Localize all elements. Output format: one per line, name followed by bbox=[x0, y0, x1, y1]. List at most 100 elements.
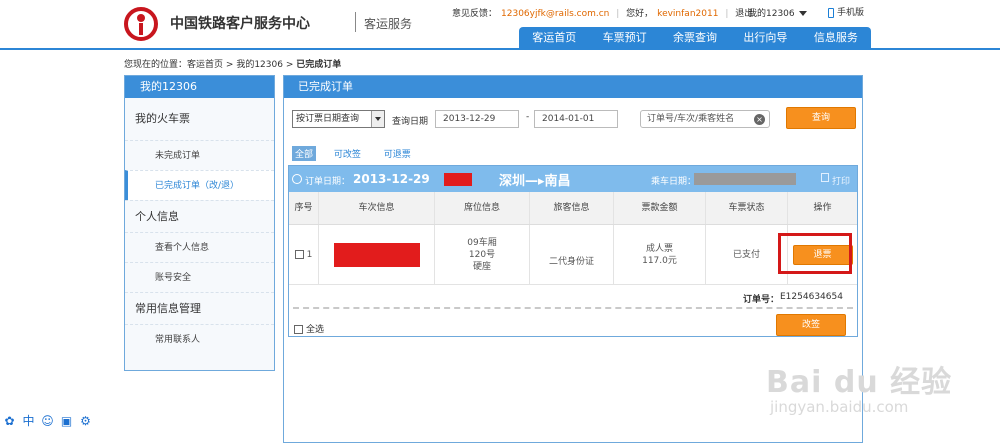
status-cell: 已支付 bbox=[706, 225, 788, 284]
chinese-input-icon[interactable]: 中 bbox=[21, 414, 36, 429]
breadcrumb-current: 已完成订单 bbox=[296, 60, 342, 70]
order-date-label: 订单日期： bbox=[305, 177, 351, 187]
clear-icon[interactable]: × bbox=[754, 114, 765, 125]
main-nav: 客运首页 车票预订 余票查询 出行向导 信息服务 bbox=[519, 27, 871, 49]
order-date: 2013-12-29 bbox=[353, 172, 430, 186]
feedback-email-link[interactable]: 12306yjfk@rails.com.cn bbox=[501, 9, 609, 19]
breadcrumb-my12306[interactable]: 我的12306 bbox=[236, 60, 283, 70]
header: 中国铁路客户服务中心 客运服务 意见反馈： 12306yjfk@rails.com… bbox=[0, 0, 1000, 50]
header-divider bbox=[0, 48, 1000, 50]
col-fare: 票款金额 bbox=[614, 192, 706, 224]
highlight-box bbox=[778, 233, 852, 274]
order-search-input[interactable]: 订单号/车次/乘客姓名 × bbox=[640, 110, 770, 128]
seat-type: 硬座 bbox=[472, 261, 491, 272]
sidebar-item-view-info[interactable]: 查看个人信息 bbox=[125, 232, 274, 262]
breadcrumb-sep: > bbox=[285, 60, 294, 70]
nav-remaining-tickets[interactable]: 余票查询 bbox=[660, 27, 730, 49]
gear-icon[interactable]: ⚙ bbox=[78, 414, 93, 429]
ticket-type: 成人票 bbox=[645, 243, 673, 254]
order-card: 订单日期： 2013-12-29 深圳—▸南昌 乘车日期： 打印 序号 车次信息… bbox=[288, 165, 858, 337]
breadcrumb-prefix: 您现在的位置： bbox=[124, 60, 188, 70]
sidebar-item-contacts[interactable]: 常用联系人 bbox=[125, 324, 274, 354]
row-select[interactable]: 1 bbox=[289, 225, 319, 284]
breadcrumb-sep: > bbox=[225, 60, 234, 70]
change-ticket-button[interactable]: 改签 bbox=[776, 314, 846, 336]
sidebar-item-uncompleted-orders[interactable]: 未完成订单 bbox=[125, 140, 274, 170]
date-to-input[interactable]: 2014-01-01 bbox=[534, 110, 618, 128]
nav-travel-guide[interactable]: 出行向导 bbox=[730, 27, 800, 49]
bottom-toolbar: ✿ 中 ☺ ▣ ⚙ bbox=[2, 412, 96, 431]
paw-icon[interactable]: ✿ bbox=[2, 414, 17, 429]
date-separator: - bbox=[526, 112, 530, 122]
seat-number: 120号 bbox=[468, 249, 496, 260]
col-passenger-info: 旅客信息 bbox=[530, 192, 614, 224]
select-all-label: 全选 bbox=[306, 325, 325, 335]
filter-refundable[interactable]: 可退票 bbox=[384, 147, 411, 160]
sidebar-menu: 我的火车票 未完成订单 已完成订单（改/退） 个人信息 查看个人信息 账号安全 … bbox=[125, 98, 274, 354]
query-button[interactable]: 查询 bbox=[786, 107, 856, 129]
fare-cell: 成人票 117.0元 bbox=[614, 225, 706, 284]
sidebar-group-common-info: 常用信息管理 bbox=[125, 292, 274, 324]
col-seat-info: 席位信息 bbox=[435, 192, 530, 224]
chevron-down-icon bbox=[798, 11, 807, 16]
print-icon[interactable] bbox=[821, 173, 829, 182]
sidebar-item-completed-orders[interactable]: 已完成订单（改/退） bbox=[125, 170, 274, 200]
redacted-block bbox=[444, 173, 472, 186]
print-link[interactable]: 打印 bbox=[832, 174, 850, 187]
nav-booking[interactable]: 车票预订 bbox=[589, 27, 659, 49]
sidebar: 我的12306 我的火车票 未完成订单 已完成订单（改/退） 个人信息 查看个人… bbox=[124, 75, 275, 371]
passenger-info-cell: 二代身份证 bbox=[530, 225, 614, 284]
status-badge: 已支付 bbox=[732, 249, 760, 260]
sidebar-group-personal-info: 个人信息 bbox=[125, 200, 274, 232]
select-all-checkbox[interactable] bbox=[294, 325, 303, 334]
query-type-value: 按订票日期查询 bbox=[296, 114, 360, 124]
top-links: 意见反馈： 12306yjfk@rails.com.cn | 您好， kevinfa… bbox=[452, 6, 757, 20]
sidebar-group-my-tickets: 我的火车票 bbox=[135, 112, 190, 125]
username-link[interactable]: kevinfan2011 bbox=[657, 9, 718, 19]
order-number-label: 订单号： bbox=[743, 295, 780, 305]
mobile-version-link[interactable]: 手机版 bbox=[828, 5, 864, 18]
smile-icon[interactable]: ☺ bbox=[40, 414, 55, 429]
order-filters: 全部 可改签 可退票 bbox=[292, 146, 431, 161]
order-table-header: 序号 车次信息 席位信息 旅客信息 票款金额 车票状态 操作 bbox=[289, 192, 857, 225]
filter-changeable[interactable]: 可改签 bbox=[334, 147, 361, 160]
ride-date-redacted bbox=[694, 173, 796, 185]
nav-home[interactable]: 客运首页 bbox=[519, 27, 589, 49]
railway-logo-icon[interactable] bbox=[124, 7, 158, 41]
redacted-block bbox=[333, 242, 420, 267]
col-ticket-status: 车票状态 bbox=[706, 192, 788, 224]
order-route: 深圳—▸南昌 bbox=[499, 174, 571, 189]
select-all[interactable]: 全选 bbox=[294, 322, 324, 335]
nav-info-service[interactable]: 信息服务 bbox=[801, 27, 871, 49]
ride-date-label: 乘车日期： bbox=[651, 177, 697, 187]
sidebar-item-account-security[interactable]: 账号安全 bbox=[125, 262, 274, 292]
breadcrumb: 您现在的位置：客运首页 > 我的12306 > 已完成订单 bbox=[124, 57, 341, 70]
divider bbox=[293, 307, 853, 309]
page: 中国铁路客户服务中心 客运服务 意见反馈： 12306yjfk@rails.com… bbox=[0, 0, 1000, 443]
filter-all[interactable]: 全部 bbox=[292, 146, 317, 161]
breadcrumb-home[interactable]: 客运首页 bbox=[187, 60, 223, 70]
order-number: E1254634654 bbox=[780, 292, 843, 302]
train-info-cell bbox=[319, 225, 435, 284]
col-action: 操作 bbox=[813, 203, 832, 213]
feedback-label: 意见反馈： bbox=[452, 9, 498, 19]
baidu-watermark-url: jingyan.baidu.com bbox=[770, 398, 909, 416]
title-divider bbox=[355, 12, 356, 32]
search-placeholder: 订单号/车次/乘客姓名 bbox=[647, 114, 735, 124]
my12306-label: 我的12306 bbox=[748, 9, 795, 19]
site-title: 中国铁路客户服务中心 bbox=[170, 16, 310, 32]
chevron-down-icon bbox=[371, 111, 384, 127]
my12306-dropdown[interactable]: 我的12306 bbox=[748, 6, 807, 19]
seat-info-cell: 09车厢 120号 硬座 bbox=[435, 225, 530, 284]
row-checkbox[interactable] bbox=[294, 250, 304, 259]
divider: | bbox=[616, 9, 620, 19]
site-subtitle: 客运服务 bbox=[364, 17, 413, 31]
table-row: 1 09车厢 120号 硬座 二代身份证 成人票 117.0元 已支付 退票 bbox=[289, 225, 857, 285]
ticket-price: 117.0元 bbox=[642, 255, 677, 266]
date-from-input[interactable]: 2013-12-29 bbox=[435, 110, 519, 128]
panel-title: 已完成订单 bbox=[284, 76, 862, 98]
greeting: 您好， bbox=[626, 9, 654, 19]
phone-icon bbox=[828, 7, 834, 18]
image-icon[interactable]: ▣ bbox=[59, 414, 74, 429]
query-type-select[interactable]: 按订票日期查询 bbox=[292, 110, 385, 128]
